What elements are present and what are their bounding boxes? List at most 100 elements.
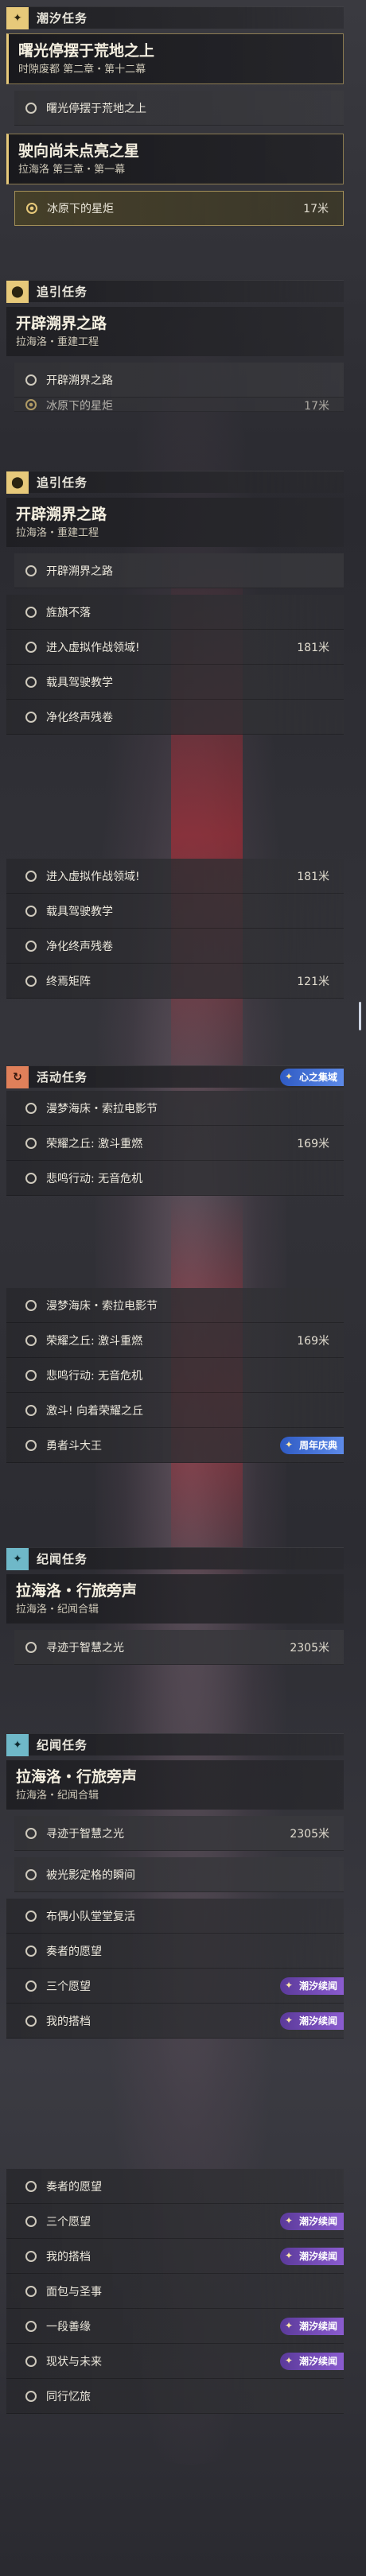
target-icon [26, 203, 37, 214]
category-header[interactable]: ⬤ 追引任务 [6, 280, 344, 303]
quest-step[interactable]: 被光影定格的瞬间 [14, 1857, 344, 1892]
quest-title: 拉海洛・行旅旁声 [16, 1582, 138, 1600]
main-quest-card[interactable]: 曙光停摆于荒地之上 时隙废都 第二章・第十二幕 [6, 33, 344, 84]
quest-step[interactable]: 开辟溯界之路 [14, 553, 344, 588]
step-status-icon [25, 676, 37, 688]
category-header[interactable]: ⬤ 追引任务 [6, 471, 344, 494]
quest-step[interactable]: 现状与未来 潮汐续闻 [6, 2344, 344, 2379]
quest-step[interactable]: 寻迹于智慧之光 2305米 [14, 1630, 344, 1665]
step-label: 漫梦海床・索拉电影节 [46, 1102, 158, 1115]
step-distance: 121米 [297, 975, 329, 988]
step-label: 三个愿望 [46, 2215, 91, 2229]
quest-step[interactable]: 荣耀之丘: 激斗重燃 169米 [6, 1126, 344, 1161]
quest-list-continued: 奏者的愿望三个愿望潮汐续闻我的搭档潮汐续闻面包与圣事一段善缘潮汐续闻现状与未来潮… [6, 2169, 344, 2414]
quest-chapter: 拉海洛・重建工程 [16, 527, 99, 539]
step-label: 寻迹于智慧之光 [46, 1827, 124, 1841]
quest-step[interactable]: 进入虚拟作战领域! 181米 [6, 859, 344, 894]
step-label: 终焉矩阵 [46, 975, 91, 988]
quest-step[interactable]: 一段善缘 潮汐续闻 [6, 2309, 344, 2344]
step-label: 荣耀之丘: 激斗重燃 [46, 1334, 143, 1348]
quest-step[interactable]: 我的搭档 潮汐续闻 [6, 2239, 344, 2274]
quest-step[interactable]: 布偶小队堂堂复活 [6, 1899, 344, 1934]
step-status-icon [25, 1369, 37, 1381]
step-label: 我的搭档 [46, 2015, 91, 2028]
step-distance: 17米 [303, 203, 329, 215]
step-label: 悲鸣行动: 无音危机 [46, 1369, 143, 1383]
quest-step[interactable]: 进入虚拟作战领域! 181米 [6, 630, 344, 665]
quest-step-list: 奏者的愿望三个愿望潮汐续闻我的搭档潮汐续闻面包与圣事一段善缘潮汐续闻现状与未来潮… [6, 2169, 344, 2414]
quest-tag: 潮汐续闻 [279, 2247, 344, 2265]
category-label: 活动任务 [37, 1070, 88, 1084]
step-status-icon [25, 1827, 37, 1839]
step-label: 曙光停摆于荒地之上 [46, 102, 146, 115]
quest-step-list: 漫梦海床・索拉电影节荣耀之丘: 激斗重燃 169米 悲鸣行动: 无音危机 [6, 1091, 344, 1196]
quest-step[interactable]: 奏者的愿望 [6, 1934, 344, 1969]
step-label: 进入虚拟作战领域! [46, 641, 140, 654]
quest-step[interactable]: 奏者的愿望 [6, 2169, 344, 2204]
quest-step[interactable]: 曙光停摆于荒地之上 [14, 91, 344, 126]
step-status-icon [25, 102, 37, 114]
step-status-icon [25, 2320, 37, 2332]
step-status-icon [25, 1102, 37, 1114]
step-status-icon [25, 1868, 37, 1880]
category-label: 追引任务 [37, 475, 88, 490]
quest-step[interactable]: 悲鸣行动: 无音危机 [6, 1358, 344, 1393]
quest-step[interactable]: 面包与圣事 [6, 2274, 344, 2309]
quest-step[interactable]: 荣耀之丘: 激斗重燃 169米 [6, 1323, 344, 1358]
main-quest-card[interactable]: 开辟溯界之路 拉海洛・重建工程 [6, 498, 344, 547]
step-label: 奏者的愿望 [46, 1945, 102, 1958]
step-label: 一段善缘 [46, 2320, 91, 2334]
step-status-icon [25, 1172, 37, 1184]
quest-step[interactable]: 开辟溯界之路 [14, 363, 344, 398]
step-status-icon [25, 940, 37, 952]
quest-list-continued: 进入虚拟作战领域! 181米 载具驾驶教学 净化终声残卷终焉矩阵 121米 [6, 859, 344, 999]
quest-step[interactable]: 三个愿望 潮汐续闻 [6, 1969, 344, 2004]
quest-step[interactable]: 载具驾驶教学 [6, 665, 344, 700]
step-status-icon [25, 2355, 37, 2367]
step-status-icon [25, 905, 37, 917]
quest-step[interactable]: 同行忆旅 [6, 2379, 344, 2414]
step-status-icon [25, 2180, 37, 2192]
active-quest-step[interactable]: 冰原下的星炬 17米 [14, 191, 344, 226]
category-header[interactable]: ✦ 纪闻任务 [6, 1547, 344, 1570]
step-status-icon [25, 2015, 37, 2027]
quest-step[interactable]: 净化终声残卷 [6, 700, 344, 735]
step-status-icon [25, 2390, 37, 2402]
step-label: 勇者斗大王 [46, 1439, 102, 1453]
quest-step[interactable]: 漫梦海床・索拉电影节 [6, 1288, 344, 1323]
quest-step[interactable]: 我的搭档 潮汐续闻 [6, 2004, 344, 2039]
step-status-icon [25, 2215, 37, 2227]
step-label: 现状与未来 [46, 2355, 102, 2368]
quest-group-lore: ✦ 纪闻任务 拉海洛・行旅旁声 拉海洛・纪闻合辑 寻迹于智慧之光 2305米 被光影… [6, 1733, 344, 2039]
step-distance: 169米 [297, 1334, 329, 1348]
quest-step[interactable]: 净化终声残卷 [6, 929, 344, 964]
main-quest-card[interactable]: 开辟溯界之路 拉海洛・重建工程 [6, 307, 344, 356]
scrollbar-thumb[interactable] [359, 1002, 361, 1030]
main-quest-card[interactable]: 驶向尚未点亮之星 拉海洛 第三章・第一幕 [6, 134, 344, 184]
step-status-icon [25, 1439, 37, 1451]
category-header[interactable]: ✦ 潮汐任务 [6, 6, 344, 29]
quest-step[interactable]: 三个愿望 潮汐续闻 [6, 2204, 344, 2239]
quest-step[interactable]: 旌旗不落 [6, 595, 344, 630]
quest-chapter: 拉海洛・纪闻合辑 [16, 1790, 99, 1802]
category-header[interactable]: ✦ 纪闻任务 [6, 1733, 344, 1756]
step-status-icon [25, 1334, 37, 1346]
quest-step[interactable]: 悲鸣行动: 无音危机 [6, 1161, 344, 1196]
quest-step[interactable]: 载具驾驶教学 [6, 894, 344, 929]
main-quest-card[interactable]: 拉海洛・行旅旁声 拉海洛・纪闻合辑 [6, 1760, 344, 1810]
step-label: 载具驾驶教学 [46, 676, 113, 689]
step-label: 荣耀之丘: 激斗重燃 [46, 1137, 143, 1150]
category-header[interactable]: ↻ 活动任务 心之集域 [6, 1065, 344, 1088]
main-quest-card[interactable]: 拉海洛・行旅旁声 拉海洛・纪闻合辑 [6, 1574, 344, 1624]
quest-group-lore: ✦ 纪闻任务 拉海洛・行旅旁声 拉海洛・纪闻合辑 寻迹于智慧之光 2305米 [6, 1547, 344, 1665]
quest-step[interactable]: 寻迹于智慧之光 2305米 [14, 1816, 344, 1851]
step-label: 净化终声残卷 [46, 711, 113, 724]
lore-quest-icon: ✦ [6, 1547, 29, 1570]
quest-title: 开辟溯界之路 [16, 315, 107, 332]
quest-step[interactable]: 终焉矩阵 121米 [6, 964, 344, 999]
quest-step[interactable]: 激斗! 向着荣耀之丘 [6, 1393, 344, 1428]
step-status-icon [25, 2285, 37, 2297]
quest-step[interactable]: 勇者斗大王 周年庆典 [6, 1428, 344, 1463]
step-status-icon [25, 1137, 37, 1149]
quest-step[interactable]: 漫梦海床・索拉电影节 [6, 1091, 344, 1126]
